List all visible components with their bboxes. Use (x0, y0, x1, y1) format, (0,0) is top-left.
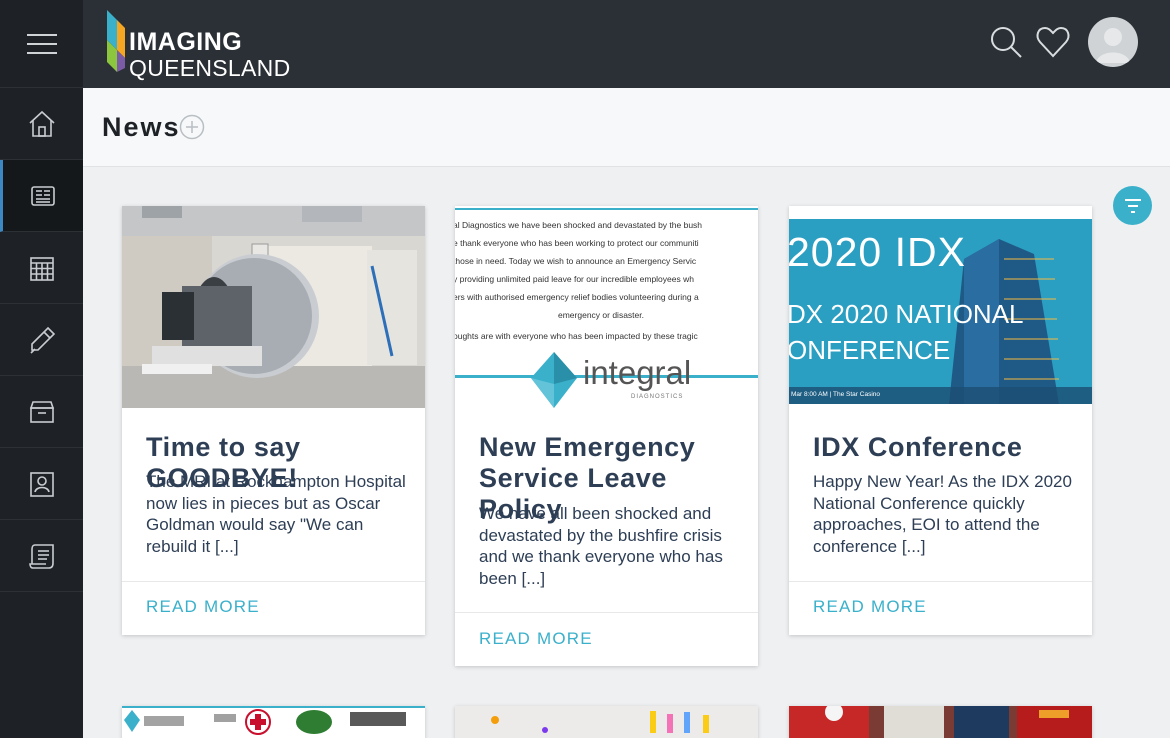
heart-icon (1036, 26, 1070, 58)
sidebar-item-news[interactable] (0, 160, 83, 232)
image-title-line3: ONFERENCE (789, 335, 951, 365)
integral-brand-text: integral (583, 354, 692, 391)
news-card-image[interactable] (455, 706, 758, 738)
cake-photo-image (491, 711, 709, 733)
logo-text-line1: IMAGING (129, 28, 243, 56)
sidebar-item-archive[interactable] (0, 376, 83, 448)
news-card-excerpt: We have all been shocked and devastated … (479, 504, 723, 588)
plus-circle-icon (179, 114, 205, 140)
page-header: News (83, 88, 1170, 167)
sidebar-item-edit[interactable] (0, 304, 83, 376)
logo-mark-icon (107, 10, 125, 72)
read-more-link[interactable]: READ MORE (146, 597, 260, 617)
add-news-button[interactable] (179, 114, 205, 140)
sponsor-logos-image (124, 709, 406, 735)
sidebar-item-calendar[interactable] (0, 232, 83, 304)
image-text-line: those in need. Today we wish to announce… (455, 256, 697, 266)
news-card-image[interactable] (122, 206, 425, 408)
home-icon (28, 110, 55, 137)
favorites-button[interactable] (1035, 24, 1071, 60)
image-text-line: e thank everyone who has been working to… (455, 238, 699, 248)
top-bar: IMAGING QUEENSLAND (83, 0, 1170, 88)
imaging-queensland-logo[interactable]: IMAGING QUEENSLAND (107, 10, 290, 80)
card-divider (122, 581, 425, 582)
image-title-line2: DX 2020 NATIONAL (789, 299, 1024, 329)
user-avatar[interactable] (1088, 17, 1138, 67)
news-card-image[interactable] (122, 706, 425, 738)
search-button[interactable] (988, 24, 1024, 60)
christmas-party-photo-image (789, 706, 1092, 738)
news-card-image[interactable]: 2020 IDX DX 2020 NATIONAL ONFERENCE Mar … (789, 206, 1092, 408)
image-text-line: al Diagnostics we have been shocked and … (455, 220, 703, 230)
news-card[interactable] (122, 706, 425, 738)
news-card-title[interactable]: IDX Conference (813, 432, 1075, 463)
pen-icon (29, 326, 55, 354)
image-text-line: ers with authorised emergency relief bod… (455, 292, 699, 302)
hamburger-icon (26, 33, 57, 54)
card-divider (789, 581, 1092, 582)
logo-text-line2: QUEENSLAND (129, 55, 291, 81)
news-card-image[interactable] (789, 706, 1092, 738)
news-icon (31, 185, 55, 206)
menu-toggle-button[interactable] (0, 0, 83, 88)
image-text-line: oughts are with everyone who has been im… (455, 331, 698, 341)
integral-logo-mark-icon (531, 352, 577, 408)
news-card-image[interactable]: al Diagnostics we have been shocked and … (455, 206, 758, 408)
filter-icon (1124, 198, 1141, 213)
news-card[interactable] (455, 706, 758, 738)
news-card-excerpt: The MRI at Rockhampton Hospital now lies… (146, 472, 406, 556)
news-card[interactable]: al Diagnostics we have been shocked and … (455, 206, 758, 666)
scroll-icon (28, 543, 54, 569)
image-title-line1: 2020 IDX (789, 229, 966, 275)
news-card[interactable]: 2020 IDX DX 2020 NATIONAL ONFERENCE Mar … (789, 206, 1092, 635)
news-card-excerpt: Happy New Year! As the IDX 2020 National… (813, 472, 1072, 556)
news-card[interactable]: Time to say GOODBYE! The MRI at Rockhamp… (122, 206, 425, 635)
news-card[interactable] (789, 706, 1092, 738)
sidebar-item-contacts[interactable] (0, 448, 83, 520)
card-divider (455, 612, 758, 613)
read-more-link[interactable]: READ MORE (479, 629, 593, 649)
sidebar (0, 0, 83, 738)
calendar-icon (29, 256, 54, 281)
mri-photo-image (122, 206, 425, 408)
page-title: News (102, 112, 181, 142)
image-text-line: y providing unlimited paid leave for our… (455, 274, 694, 284)
avatar-icon (1096, 28, 1130, 63)
sidebar-item-home[interactable] (0, 88, 83, 160)
search-icon (991, 27, 1022, 58)
integral-brand-subtext: DIAGNOSTICS (631, 394, 684, 400)
filter-button[interactable] (1113, 186, 1152, 225)
image-text-line: emergency or disaster. (558, 310, 644, 320)
image-date-line: Mar 8:00 AM | The Star Casino (791, 391, 880, 398)
contacts-icon (29, 471, 54, 497)
sidebar-item-documents[interactable] (0, 520, 83, 592)
archive-icon (29, 400, 54, 423)
read-more-link[interactable]: READ MORE (813, 597, 927, 617)
